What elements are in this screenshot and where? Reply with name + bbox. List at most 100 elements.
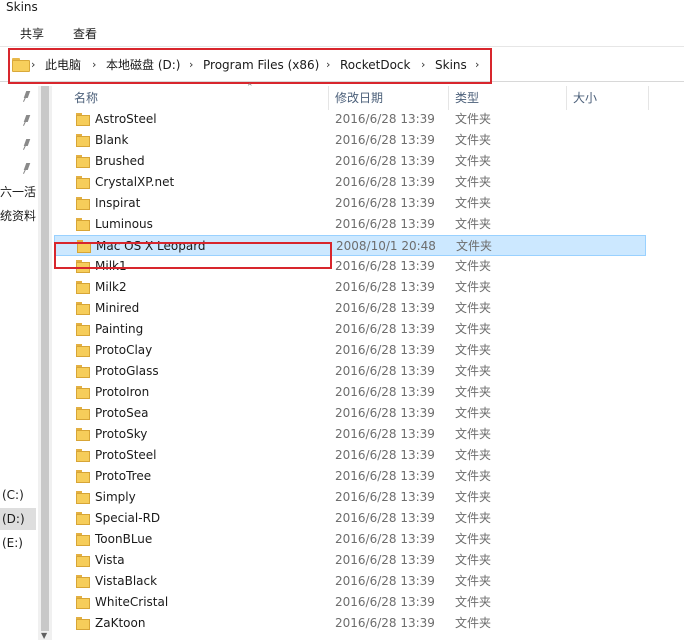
- file-row[interactable]: Milk2 2016/6/28 13:39 文件夹: [54, 277, 646, 298]
- file-row[interactable]: Luminous 2016/6/28 13:39 文件夹: [54, 214, 646, 235]
- file-name: WhiteCristal: [95, 595, 169, 609]
- folder-icon: [76, 218, 90, 231]
- file-type: 文件夹: [455, 553, 492, 567]
- folder-icon: [76, 491, 90, 504]
- file-row[interactable]: ProtoClay 2016/6/28 13:39 文件夹: [54, 340, 646, 361]
- file-row[interactable]: CrystalXP.net 2016/6/28 13:39 文件夹: [54, 172, 646, 193]
- file-row[interactable]: ProtoIron 2016/6/28 13:39 文件夹: [54, 382, 646, 403]
- file-name: Luminous: [95, 217, 153, 231]
- nav-item-drive-e[interactable]: (E:): [0, 532, 36, 554]
- file-row[interactable]: ProtoSteel 2016/6/28 13:39 文件夹: [54, 445, 646, 466]
- folder-icon: [76, 281, 90, 294]
- file-type: 文件夹: [455, 448, 492, 462]
- folder-icon: [76, 365, 90, 378]
- file-list: AstroOrange2016/6/28 13:39文件夹AstroSteel2…: [54, 98, 684, 640]
- file-type: 文件夹: [455, 154, 492, 168]
- file-type: 文件夹: [455, 532, 492, 546]
- file-modified-date: 2016/6/28 13:39: [335, 385, 435, 399]
- file-name: Simply: [95, 490, 136, 504]
- file-name: Special-RD: [95, 511, 161, 525]
- file-row[interactable]: Inspirat 2016/6/28 13:39 文件夹: [54, 193, 646, 214]
- file-name: ProtoGlass: [95, 364, 159, 378]
- file-row[interactable]: Simply 2016/6/28 13:39 文件夹: [54, 487, 646, 508]
- file-row[interactable]: ProtoSea 2016/6/28 13:39 文件夹: [54, 403, 646, 424]
- pin-icon[interactable]: [22, 115, 32, 127]
- file-modified-date: 2016/6/28 13:39: [335, 532, 435, 546]
- nav-item-quick-access[interactable]: 六一活: [0, 185, 36, 199]
- tab-view[interactable]: 查看: [73, 26, 97, 42]
- nav-item-quick-access[interactable]: 统资料: [0, 209, 36, 223]
- file-modified-date: 2016/6/28 13:39: [335, 427, 435, 441]
- file-row[interactable]: ProtoSky 2016/6/28 13:39 文件夹: [54, 424, 646, 445]
- file-modified-date: 2016/6/28 13:39: [335, 322, 435, 336]
- column-divider[interactable]: [566, 86, 567, 110]
- pin-icon[interactable]: [22, 139, 32, 151]
- row-highlight-box: [54, 242, 332, 269]
- file-row[interactable]: ProtoTree 2016/6/28 13:39 文件夹: [54, 466, 646, 487]
- file-modified-date: 2016/6/28 13:39: [335, 259, 435, 273]
- file-name: Inspirat: [95, 196, 141, 210]
- column-divider[interactable]: [448, 86, 449, 110]
- file-row[interactable]: Special-RD 2016/6/28 13:39 文件夹: [54, 508, 646, 529]
- scrollbar-thumb[interactable]: [41, 86, 49, 631]
- file-row[interactable]: Vista 2016/6/28 13:39 文件夹: [54, 550, 646, 571]
- column-header-size[interactable]: 大小: [573, 90, 597, 106]
- file-modified-date: 2016/6/28 13:39: [335, 175, 435, 189]
- file-modified-date: 2016/6/28 13:39: [335, 217, 435, 231]
- file-modified-date: 2016/6/28 13:39: [335, 490, 435, 504]
- column-divider[interactable]: [648, 86, 649, 110]
- tab-share[interactable]: 共享: [20, 26, 44, 42]
- file-type: 文件夹: [456, 239, 493, 253]
- file-name: ProtoTree: [95, 469, 152, 483]
- file-row[interactable]: Painting 2016/6/28 13:39 文件夹: [54, 319, 646, 340]
- scroll-down-arrow-icon[interactable]: ▼: [41, 632, 47, 640]
- column-header-name[interactable]: 名称: [74, 90, 98, 106]
- folder-icon: [76, 617, 90, 630]
- file-modified-date: 2016/6/28 13:39: [335, 196, 435, 210]
- file-row[interactable]: Brushed 2016/6/28 13:39 文件夹: [54, 151, 646, 172]
- folder-icon: [76, 533, 90, 546]
- folder-icon: [76, 302, 90, 315]
- folder-icon: [76, 134, 90, 147]
- file-row[interactable]: AstroSteel 2016/6/28 13:39 文件夹: [54, 109, 646, 130]
- file-row[interactable]: Blank 2016/6/28 13:39 文件夹: [54, 130, 646, 151]
- folder-icon: [76, 386, 90, 399]
- column-header-type[interactable]: 类型: [455, 90, 479, 106]
- column-header-date[interactable]: 修改日期: [335, 90, 383, 106]
- file-name: ProtoIron: [95, 385, 150, 399]
- file-row[interactable]: ToonBLue 2016/6/28 13:39 文件夹: [54, 529, 646, 550]
- file-type: 文件夹: [455, 469, 492, 483]
- file-name: AstroSteel: [95, 112, 157, 126]
- file-type: 文件夹: [455, 595, 492, 609]
- nav-item-drive-d[interactable]: (D:): [0, 508, 36, 530]
- folder-icon: [76, 470, 90, 483]
- folder-icon: [76, 113, 90, 126]
- file-modified-date: 2016/6/28 13:39: [335, 574, 435, 588]
- file-type: 文件夹: [455, 364, 492, 378]
- file-row[interactable]: WhiteCristal 2016/6/28 13:39 文件夹: [54, 592, 646, 613]
- file-modified-date: 2016/6/28 13:39: [335, 154, 435, 168]
- column-divider[interactable]: [328, 86, 329, 110]
- file-type: 文件夹: [455, 511, 492, 525]
- file-name: Blank: [95, 133, 129, 147]
- nav-pane-scrollbar[interactable]: ▼: [38, 86, 52, 640]
- folder-icon: [76, 512, 90, 525]
- file-name: VistaBlack: [95, 574, 158, 588]
- nav-item-drive-c[interactable]: (C:): [0, 484, 36, 506]
- folder-icon: [76, 449, 90, 462]
- file-name: ZaKtoon: [95, 616, 146, 630]
- pin-icon[interactable]: [22, 163, 32, 175]
- file-row[interactable]: ProtoGlass 2016/6/28 13:39 文件夹: [54, 361, 646, 382]
- file-name: Minired: [95, 301, 140, 315]
- file-modified-date: 2016/6/28 13:39: [335, 616, 435, 630]
- file-modified-date: 2008/10/1 20:48: [336, 239, 436, 253]
- ribbon-divider: [0, 46, 684, 47]
- pin-icon[interactable]: [22, 91, 32, 103]
- file-row[interactable]: VistaBlack 2016/6/28 13:39 文件夹: [54, 571, 646, 592]
- file-row[interactable]: ZaKtoon 2016/6/28 13:39 文件夹: [54, 613, 646, 634]
- file-name: Milk2: [95, 280, 127, 294]
- file-row[interactable]: Minired 2016/6/28 13:39 文件夹: [54, 298, 646, 319]
- folder-icon: [76, 344, 90, 357]
- window-title: Skins: [6, 0, 38, 14]
- file-type: 文件夹: [455, 343, 492, 357]
